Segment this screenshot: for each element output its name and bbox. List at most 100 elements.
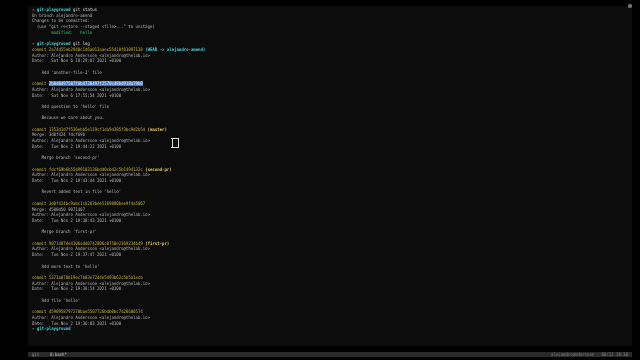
output-text: Date: Sat Nov 6 18:29:07 2021 +0100 [32,58,122,64]
output-line: Date: Tue Nov 2 19:44:22 2021 +0100 [32,144,121,149]
repo-name: git-playground [36,7,71,12]
output-line: Date: Tue Nov 2 19:43:44 2021 +0100 [32,178,121,183]
output-text: Merge branch 'second-pr' [32,155,100,161]
output-text: Date: Tue Nov 2 19:36:03 2021 +0100 [32,320,122,326]
output-text: Author: Alejandro Andersson <alejandro@t… [32,280,151,286]
repo-name: git-playground [36,326,71,332]
commit-keyword: commit [32,126,49,132]
output-line: Revert added text in file 'hello' [32,189,121,194]
commit-sha: 4590958797270bae5507726bdb0bc7d28600574 [48,309,143,315]
terminal-window[interactable]: → git-playground git status On branch ale… [28,6,632,346]
output-text: Author: Alejandro Andersson <alejandro@t… [32,138,151,144]
output-text: Date: Tue Nov 2 19:36:54 2021 +0100 [32,286,122,292]
output-line: Date: Tue Nov 2 19:38:43 2021 +0100 [32,218,121,223]
commit-keyword: commit [32,240,49,246]
output-text: Author: Alejandro Andersson <alejandro@t… [32,86,151,92]
commit-keyword: commit [32,274,49,280]
output-line: Date: Tue Nov 2 19:36:03 2021 +0100 [32,321,121,326]
output-line: Add question to 'hello' file [32,104,109,109]
commit-keyword: commit [32,309,49,315]
window-tab[interactable]: 0:bash* [50,352,67,357]
output-line: Author: Alejandro Andersson <alejandro@t… [32,212,150,217]
commit-keyword: commit [32,200,49,206]
output-text: Add file 'hello' [32,297,81,303]
commit-sha: 90714074e4106add0742806c0750e2369234b49 [48,240,143,246]
output-line: Changes to be committed: [32,18,90,23]
output-line: Add 'another-file-2' file [32,70,102,75]
output-text: Author: Alejandro Andersson <alejandro@t… [32,246,151,252]
output-line: On branch alejandro-amend [32,13,92,18]
output-text: modified: hello [32,29,93,35]
command-text: git status [72,7,98,12]
output-line: Author: Alejandro Andersson <alejandro@t… [32,53,150,58]
commit-line: commit 2b0d8d97587f6b4730497f2570cd8bd91… [32,81,143,87]
output-line: Merge: 3d0f424 fdcf69b [32,132,85,137]
output-line: Author: Alejandro Andersson <alejandro@t… [32,138,150,143]
output-line: Author: Alejandro Andersson <alejandro@t… [32,87,150,92]
commit-ref: (first-pr) [145,240,170,246]
output-text: Date: Tue Nov 2 19:44:22 2021 +0100 [32,143,122,149]
commit-line: commit 90714074e4106add0742806c0750e2369… [32,241,169,246]
output-text: Merge: 4500d50 9071407 [32,206,85,212]
output-line: Add file 'hello' [32,297,81,303]
commit-keyword: commit [32,46,49,52]
session-name: git [32,352,40,357]
output-text: Add more text to 'hello' [32,263,100,269]
output-line: Date: Tue Nov 2 19:37:47 2021 +0100 [32,252,121,257]
commit-sha: 3d0f424bc9abc1cb263bee5269880bee9f4a5067 [48,200,146,206]
commit-keyword: commit [32,81,49,87]
prompt-line: → git-playground [32,326,73,331]
output-text: (use "git restore --staged <file>..." to… [32,24,155,30]
commit-sha: 2b0d8d97587f6b4730497f2570cd8bd918a79b0 [48,81,143,87]
commit-ref: (master) [147,126,167,132]
commit-line: commit 3d0f424bc9abc1cb263bee5269880bee9… [32,201,145,206]
output-text: Merge: 3d0f424 fdcf69b [32,132,85,138]
output-text: Add 'another-file-2' file [32,69,102,75]
settings-dot-icon [628,4,632,8]
output-text: Merge branch 'first-pr' [32,229,98,235]
output-line: Add more text to 'hello' [32,263,100,269]
output-line: Because we care about you. [32,115,105,121]
commit-line: commit fdcf69b6b55499103136bdd0cbd2c5b14… [32,167,172,172]
output-text: Revert added text in file 'hello' [32,189,122,195]
commit-line: commit 2a74d55eb2940c1d6a013aaec55d10f61… [32,47,205,52]
commit-line: commit 4590958797270bae5507726bdb0bc7d28… [32,309,143,314]
output-text: Author: Alejandro Andersson <alejandro@t… [32,212,151,218]
commit-line: commit 5371a070b19ec7b83e72d4e5493b62c5b… [32,275,143,280]
commit-keyword: commit [32,166,49,172]
commit-ref: (HEAD -> alejandro-amend) [145,46,206,52]
output-line: Author: Alejandro Andersson <alejandro@t… [32,172,150,177]
output-text: Date: Tue Nov 2 19:43:44 2021 +0100 [32,178,122,183]
output-line: Date: Sat Nov 6 17:55:54 2021 +0100 [32,93,121,98]
text-cursor-icon [171,138,179,148]
output-text: Author: Alejandro Andersson <alejandro@t… [32,52,151,58]
commit-sha: 2a74d55eb2940c1d6a013aaec55d10f61097138 [48,46,143,52]
command-text: git log [72,41,90,47]
output-text: On branch alejandro-amend [32,12,93,18]
output-line: Merge branch 'second-pr' [32,155,100,161]
output-line: Merge: 4500d50 9071407 [32,207,85,212]
commit-sha: fdcf69b6b55499103136bdd0cbd2c5b1494132c [48,166,143,172]
status-right-info: alejandroandersson · 06/11 18:30 [550,352,628,357]
output-text: Author: Alejandro Andersson <alejandro@t… [32,172,151,178]
prompt-line: → git-playground git status [32,7,97,12]
output-text: Because we care about you. [32,115,105,121]
output-line: Date: Sat Nov 6 18:29:07 2021 +0100 [32,58,121,63]
commit-sha: 5371a070b19ec7b83e72d4e5493b62c5b5a1ecb [48,274,143,280]
output-line: (use "git restore --staged <file>..." to… [32,24,155,29]
commit-line: commit 1353d1d7f536ebb5e119cf1da9d385f3b… [32,127,167,132]
output-text: Date: Tue Nov 2 19:37:47 2021 +0100 [32,252,122,258]
tmux-status-bar: git 0:bash* alejandroandersson · 06/11 1… [28,352,632,357]
output-line: modified: hello [32,30,92,35]
output-text: Date: Sat Nov 6 17:55:54 2021 +0100 [32,92,122,98]
prompt-line: → git-playground git log [32,41,90,46]
screen: → git-playground git status On branch ale… [0,0,640,360]
output-text: Date: Tue Nov 2 19:38:43 2021 +0100 [32,217,122,223]
repo-name: git-playground [36,41,71,47]
output-line: Merge branch 'first-pr' [32,229,97,234]
output-line: Author: Alejandro Andersson <alejandro@t… [32,315,150,320]
output-text: Author: Alejandro Andersson <alejandro@t… [32,314,151,320]
output-line: Author: Alejandro Andersson <alejandro@t… [32,246,150,251]
commit-ref: (second-pr) [145,166,172,172]
